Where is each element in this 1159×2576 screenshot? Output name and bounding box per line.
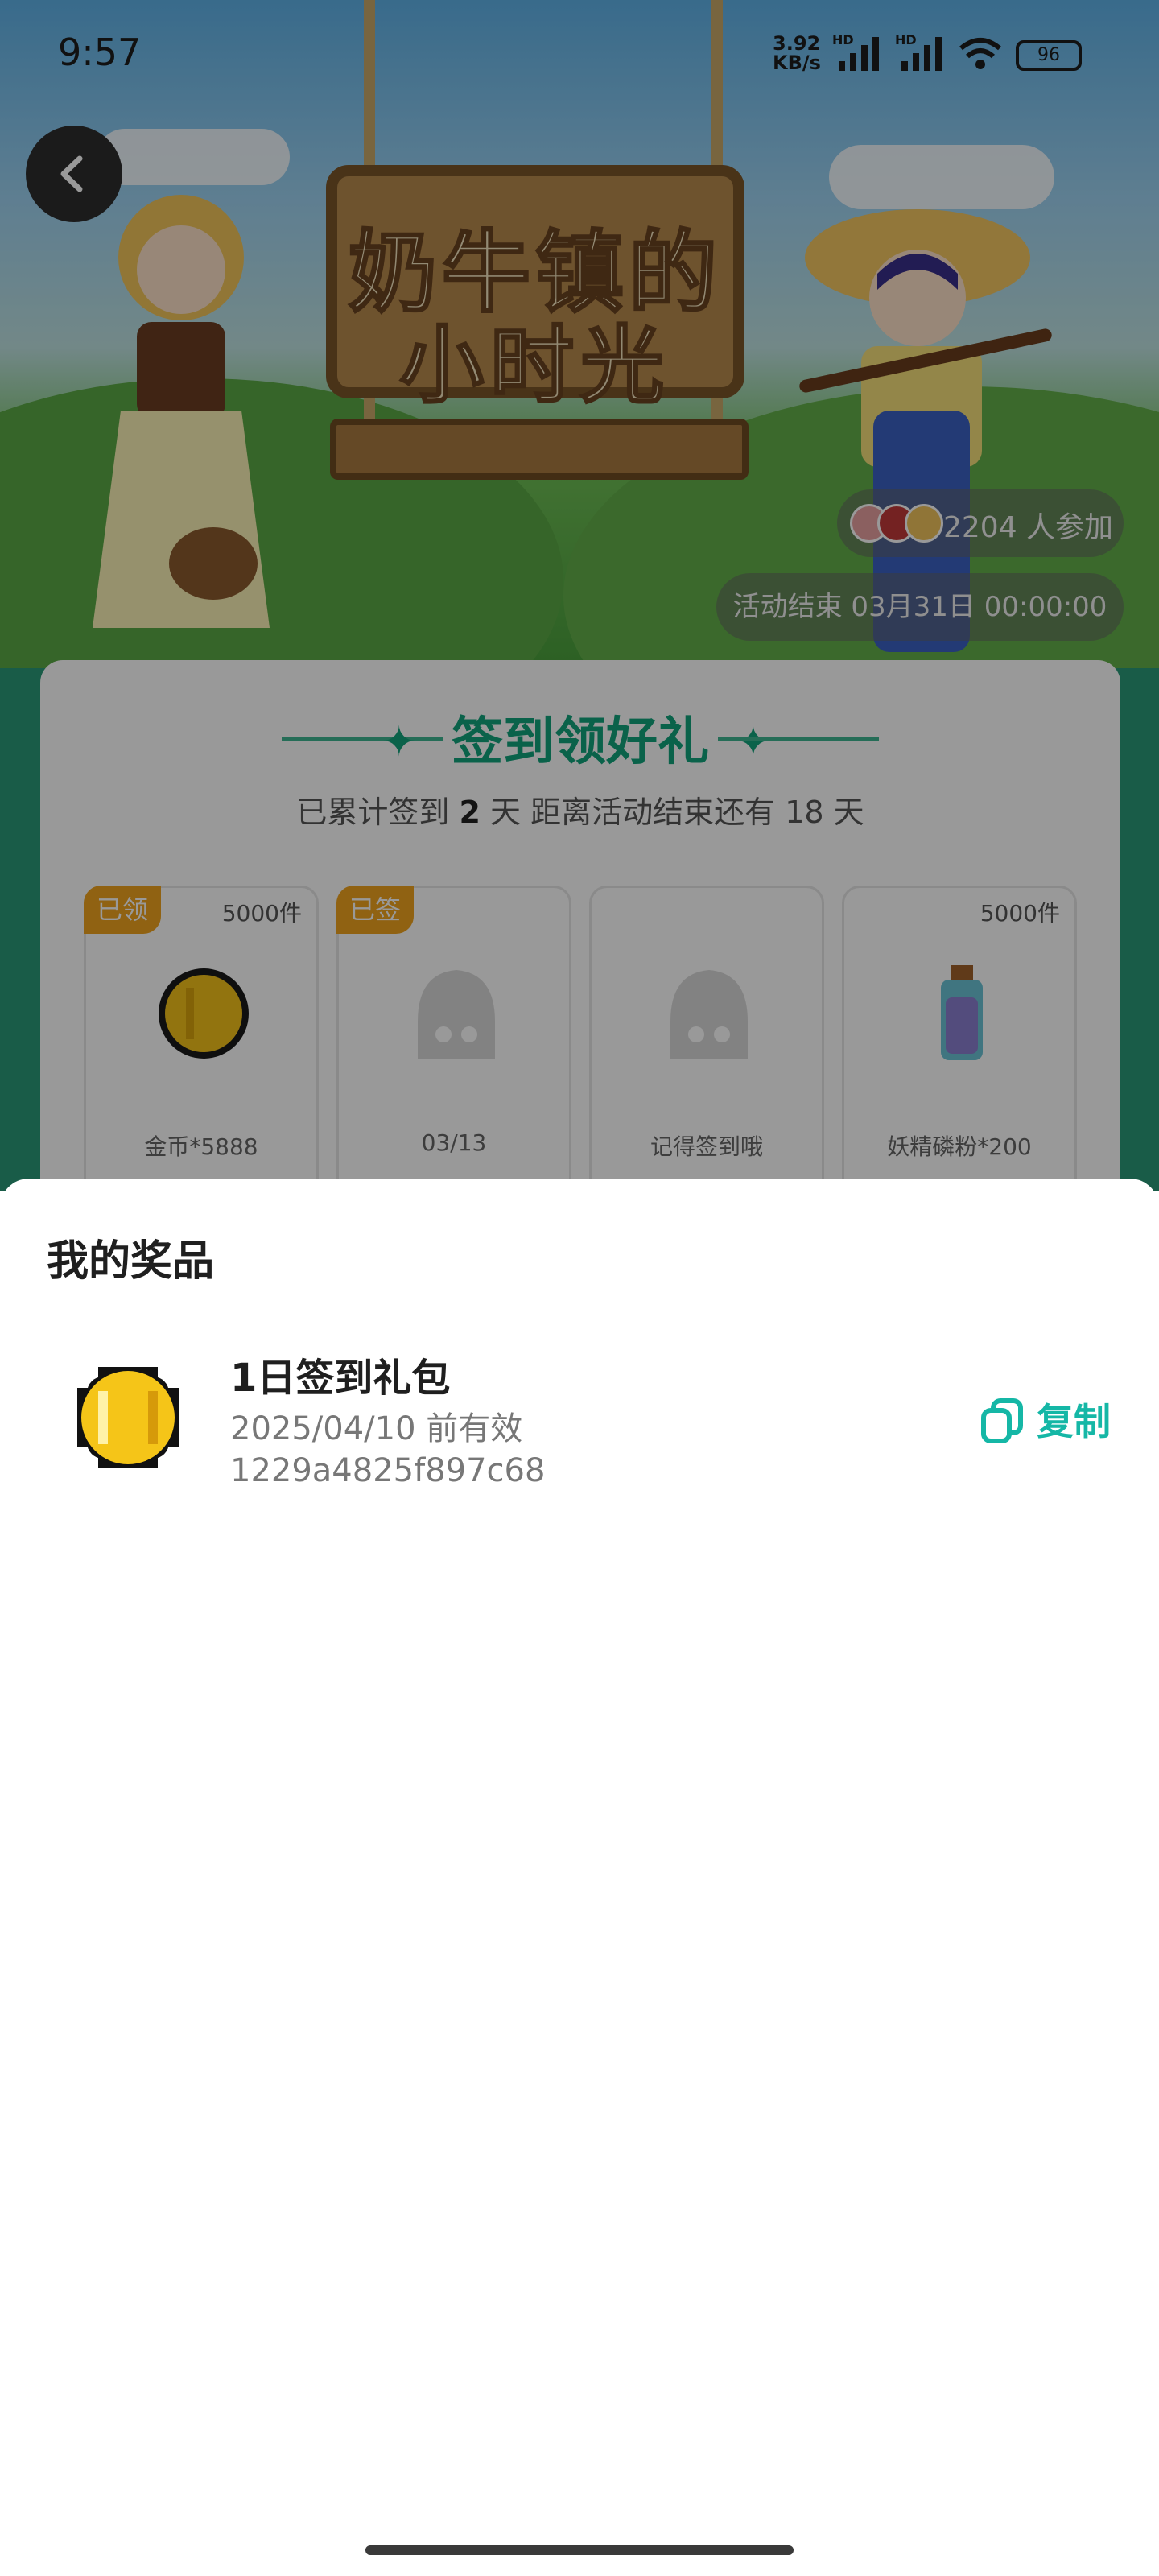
prize-name: 1日签到礼包	[230, 1356, 451, 1401]
modal-overlay[interactable]	[0, 0, 1159, 1191]
activity-page-background: 奶牛镇的 小时光 9:57 3.92 KB/s HD HD 96 2204 人参…	[0, 0, 1159, 1191]
prize-expiry: 2025/04/10 前有效	[230, 1410, 523, 1447]
home-indicator[interactable]	[365, 2545, 794, 2555]
prize-item: 1日签到礼包 2025/04/10 前有效 1229a4825f897c68 复…	[0, 1331, 1159, 1525]
sheet-title: 我的奖品	[47, 1237, 215, 1286]
gold-coin-icon	[77, 1367, 179, 1468]
copy-label: 复制	[1037, 1400, 1111, 1443]
copy-icon	[981, 1398, 1023, 1443]
my-prizes-sheet: 我的奖品 1日签到礼包 2025/04/10 前有效 1229a4825f897…	[0, 1179, 1159, 2576]
prize-code: 1229a4825f897c68	[230, 1452, 546, 1489]
copy-button[interactable]: 复制	[979, 1388, 1124, 1449]
